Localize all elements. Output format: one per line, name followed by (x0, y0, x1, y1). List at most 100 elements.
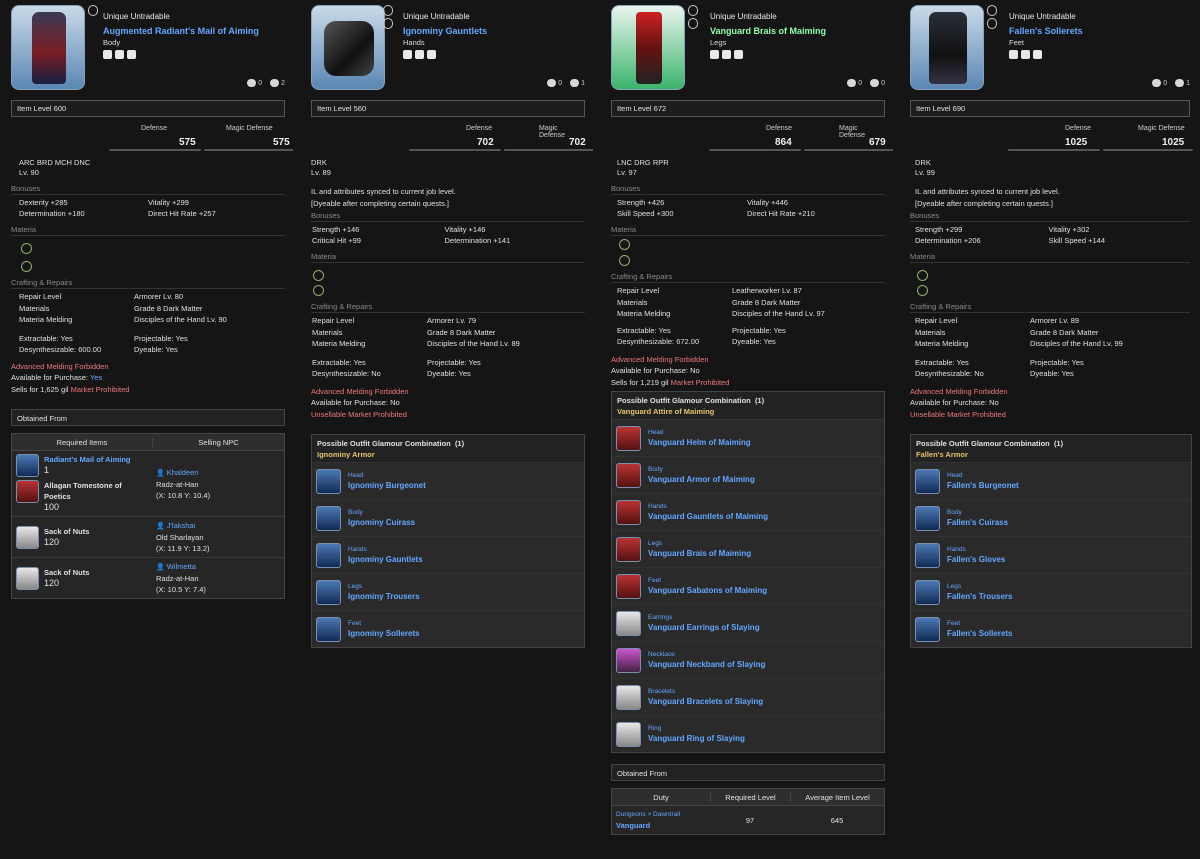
npc-link[interactable]: J'lakshai (156, 520, 280, 532)
comment-button[interactable]: 0 (547, 79, 562, 87)
sack-icon (16, 566, 39, 590)
materia-header: Materia (311, 252, 585, 263)
text-label: 0 (858, 79, 863, 87)
bracelet-icon (616, 684, 641, 710)
magic-defense-value: 575 (273, 137, 290, 148)
text-label: Vanguard Gauntlets of Maiming (648, 512, 769, 521)
magic-defense-value: 1025 (1162, 137, 1185, 148)
outfit-item[interactable]: Hands Vanguard Gauntlets of Maiming (612, 493, 884, 530)
text-label: No (989, 398, 999, 407)
text-label: Repair Level (19, 292, 62, 301)
comment-button[interactable]: 0 (1152, 79, 1167, 87)
text-label: Determination +141 (444, 236, 511, 245)
text-label: Bracelets (648, 688, 676, 695)
text-label: Materia Melding (915, 339, 969, 348)
outfit-item[interactable]: Legs Fallen's Trousers (911, 573, 1191, 610)
text-label: Available for Purchase: (611, 366, 688, 375)
npc-link[interactable]: Wilmetta (156, 561, 280, 573)
comment-icon (1152, 79, 1162, 87)
outfit-item[interactable]: Head Fallen's Burgeonet (911, 462, 1191, 499)
outfit-item[interactable]: Feet Vanguard Sabatons of Maiming (612, 567, 884, 604)
outfit-item[interactable]: Feet Fallen's Sollerets (911, 610, 1191, 647)
item-level: Item Level 672 (611, 100, 885, 117)
text-label: Defense (141, 125, 168, 132)
text-label: (1) (454, 439, 465, 448)
chest-icon (616, 462, 641, 488)
item-tooltip-panel: Unique Untradable Augmented Radiant's Ma… (3, 0, 293, 859)
dye-note: [Dyeable after completing certain quests… (311, 198, 449, 208)
outfit-item[interactable]: Body Fallen's Cuirass (911, 499, 1191, 536)
boots-icon (915, 616, 940, 642)
list-button[interactable]: 2 (270, 79, 285, 87)
materia-header: Materia (910, 252, 1190, 263)
obtained-from-header: Obtained From (11, 409, 285, 426)
list-button[interactable]: 1 (1175, 79, 1190, 87)
outfit-item[interactable]: Legs Vanguard Brais of Maiming (612, 530, 884, 567)
outfit-item[interactable]: Body Ignominy Cuirass (312, 499, 584, 536)
duty-link[interactable]: Vanguard (616, 820, 706, 831)
item-name: Ignominy Gauntlets (403, 26, 488, 36)
unique-icon (688, 18, 698, 29)
level-req: Lv. 97 (617, 168, 637, 177)
outfit-item[interactable]: Head Ignominy Burgeonet (312, 462, 584, 499)
glove-icon (1021, 50, 1030, 59)
text-label: 2 (281, 79, 285, 87)
text-label: Vitality +446 (747, 198, 788, 207)
outfit-item[interactable]: Feet Ignominy Sollerets (312, 610, 584, 647)
bonus-list: Strength +146 Vitality +146 Critical Hit … (312, 224, 577, 246)
list-icon (870, 79, 880, 87)
purchase-status: Available for Purchase: No (910, 397, 1190, 409)
comment-button[interactable]: 0 (247, 79, 262, 87)
bonus-list: Dexterity +285 Vitality +299 Determinatio… (19, 197, 277, 219)
text-label: Extractable: Yes (19, 333, 73, 343)
text-label: Determination +206 (915, 236, 981, 245)
text-label: Desynthesizable: 600.00 (19, 345, 102, 354)
item-level: Item Level 600 (11, 100, 285, 117)
text-label: Repair Level (312, 316, 355, 325)
npc-link[interactable]: Khaldeen (156, 467, 280, 479)
text-label: Ignominy Trousers (348, 592, 420, 601)
untradable-label: Unique Untradable (1009, 12, 1076, 21)
text-label: Vanguard Ring of Slaying (648, 734, 745, 743)
outfit-item[interactable]: Ring Vanguard Ring of Slaying (612, 715, 884, 752)
outfit-item[interactable]: Body Vanguard Armor of Maiming (612, 456, 884, 493)
duty-category-link[interactable]: Dungeons > Dawntrail (616, 809, 706, 820)
text-label: Extractable: Yes (617, 325, 671, 335)
text-label: Grade 8 Dark Matter (134, 303, 203, 313)
lock-icon (688, 5, 698, 16)
item-link[interactable]: Radiant's Mail of Aiming (44, 454, 131, 465)
materia-slot (313, 285, 324, 296)
text-label: 1 (1186, 79, 1190, 87)
outfit-item[interactable]: Hands Ignominy Gauntlets (312, 536, 584, 573)
text-label: Disciples of the Hand Lv. 99 (1030, 339, 1123, 348)
item-flags: Extractable: Yes Projectable: Yes Desynth… (312, 357, 585, 380)
outfit-item[interactable]: Head Vanguard Helm of Maiming (612, 419, 884, 456)
text-label: Legs (947, 583, 962, 590)
table-row: Sack of Nuts120 J'lakshaiOld Sharlayan (X… (12, 517, 284, 558)
spear-icon (710, 50, 719, 59)
outfit-item[interactable]: Necklace Vanguard Neckband of Slaying (612, 641, 884, 678)
text-label: No (390, 398, 400, 407)
text-label: Vanguard Neckband of Slaying (648, 660, 766, 669)
gauntlet-icon (915, 542, 940, 568)
text-label: Legs (348, 583, 363, 590)
outfit-item[interactable]: Hands Fallen's Gloves (911, 536, 1191, 573)
text-label: Dyeable: Yes (1030, 369, 1074, 378)
comment-icon (547, 79, 557, 87)
sell-info: Sells for 1,625 gil Market Prohibited (11, 384, 285, 396)
text-label: Projectable: Yes (1030, 357, 1084, 367)
text-label: Repair Level (915, 316, 958, 325)
crafting-header: Crafting & Repairs (11, 278, 285, 289)
list-button[interactable]: 1 (570, 79, 585, 87)
outfit-item[interactable]: Earrings Vanguard Earrings of Slaying (612, 604, 884, 641)
market-status: Unsellable Market Prohibited (311, 409, 407, 419)
sell-info: Sells for 1,219 gil Market Prohibited (611, 377, 885, 389)
outfit-item[interactable]: Bracelets Vanguard Bracelets of Slaying (612, 678, 884, 715)
text-label: Extractable: Yes (915, 357, 969, 367)
comment-button[interactable]: 0 (847, 79, 862, 87)
list-button[interactable]: 0 (870, 79, 885, 87)
adv-meld-note: Advanced Melding Forbidden (311, 386, 409, 396)
job-list: ARC BRD MCH DNC (19, 158, 91, 167)
class-icons (403, 50, 436, 60)
outfit-item[interactable]: Legs Ignominy Trousers (312, 573, 584, 610)
